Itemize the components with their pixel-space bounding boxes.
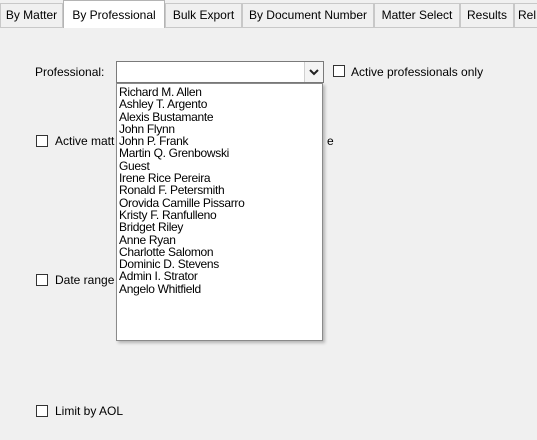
date-range-checkbox[interactable]: [36, 274, 48, 286]
active-professionals-checkbox[interactable]: [333, 65, 345, 77]
list-item[interactable]: Ashley T. Argento: [117, 98, 322, 111]
obscured-label-fragment: e: [327, 134, 334, 148]
tab-by-matter[interactable]: By Matter: [0, 3, 63, 27]
list-item[interactable]: Angelo Whitfield: [117, 282, 322, 295]
active-professionals-label: Active professionals only: [351, 65, 484, 79]
professional-dropdown-list[interactable]: Richard M. Allen Ashley T. Argento Alexi…: [116, 83, 323, 341]
tab-bar: By Matter By Professional Bulk Export By…: [0, 0, 537, 28]
tab-results[interactable]: Results: [460, 3, 514, 27]
limit-aol-checkbox[interactable]: [36, 405, 48, 417]
combo-dropdown-button[interactable]: [304, 62, 323, 82]
active-matters-label: Active matt: [55, 134, 115, 148]
date-range-label: Date range: [55, 273, 115, 287]
tab-rel[interactable]: Rel: [514, 3, 537, 27]
list-item[interactable]: Martin Q. Grenbowski: [117, 147, 322, 160]
list-item[interactable]: Admin I. Strator: [117, 270, 322, 283]
tab-bulk-export[interactable]: Bulk Export: [165, 3, 242, 27]
list-item[interactable]: Anne Ryan: [117, 233, 322, 246]
list-item[interactable]: Bridget Riley: [117, 221, 322, 234]
limit-aol-label: Limit by AOL: [55, 404, 124, 418]
professional-combo[interactable]: [116, 61, 324, 83]
tab-by-document-number[interactable]: By Document Number: [242, 3, 374, 27]
active-matters-checkbox[interactable]: [36, 135, 48, 147]
tab-matter-select[interactable]: Matter Select: [374, 3, 460, 27]
list-item[interactable]: Ronald F. Petersmith: [117, 184, 322, 197]
chevron-down-icon: [309, 65, 319, 79]
professional-label: Professional:: [35, 65, 105, 79]
tab-by-professional[interactable]: By Professional: [63, 0, 165, 28]
